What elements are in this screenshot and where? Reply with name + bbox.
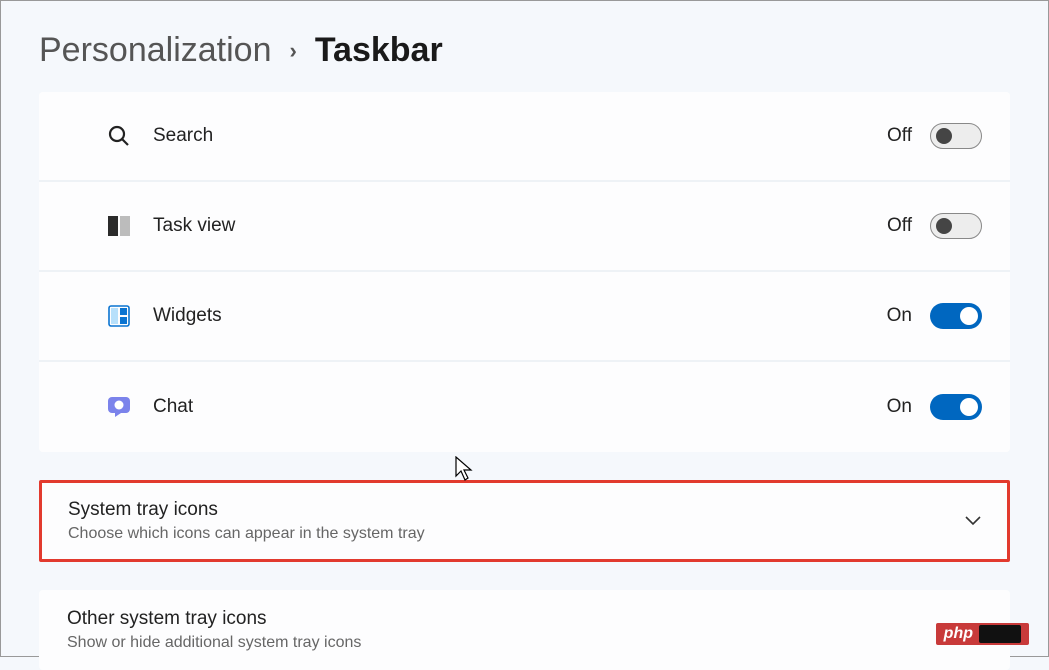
chat-icon <box>107 395 131 419</box>
section-subtitle: Choose which icons can appear in the sys… <box>68 525 965 543</box>
taskbar-items-list: Search Off Task view Off <box>39 92 1010 452</box>
breadcrumb-current: Taskbar <box>315 31 443 70</box>
item-state-label: On <box>887 396 912 418</box>
section-title: System tray icons <box>68 499 965 521</box>
taskbar-item-widgets[interactable]: Widgets On <box>39 272 1010 362</box>
toggle-widgets[interactable] <box>930 303 982 329</box>
breadcrumb-parent[interactable]: Personalization <box>39 31 271 70</box>
section-system-tray-icons[interactable]: System tray icons Choose which icons can… <box>39 480 1010 562</box>
toggle-taskview[interactable] <box>930 213 982 239</box>
item-state-label: On <box>887 305 912 327</box>
toggle-search[interactable] <box>930 123 982 149</box>
item-label: Chat <box>153 396 887 418</box>
breadcrumb: Personalization › Taskbar <box>39 31 1010 70</box>
widgets-icon <box>107 304 131 328</box>
badge-blackbox <box>979 625 1021 643</box>
toggle-chat[interactable] <box>930 394 982 420</box>
section-subtitle: Show or hide additional system tray icon… <box>67 634 966 652</box>
taskbar-item-chat[interactable]: Chat On <box>39 362 1010 452</box>
section-title: Other system tray icons <box>67 608 966 630</box>
item-state-label: Off <box>887 215 912 237</box>
taskbar-item-taskview[interactable]: Task view Off <box>39 182 1010 272</box>
taskview-icon <box>107 214 131 238</box>
section-other-system-tray-icons[interactable]: Other system tray icons Show or hide add… <box>39 590 1010 670</box>
item-label: Search <box>153 125 887 147</box>
item-label: Widgets <box>153 305 887 327</box>
section-text: Other system tray icons Show or hide add… <box>67 608 966 652</box>
section-text: System tray icons Choose which icons can… <box>68 499 965 543</box>
search-icon <box>107 124 131 148</box>
taskbar-item-search[interactable]: Search Off <box>39 92 1010 182</box>
item-label: Task view <box>153 215 887 237</box>
chevron-down-icon <box>965 513 981 530</box>
badge-text: php <box>944 625 973 643</box>
item-state-label: Off <box>887 125 912 147</box>
chevron-right-icon: › <box>289 38 296 64</box>
php-watermark-badge: php <box>936 623 1029 645</box>
